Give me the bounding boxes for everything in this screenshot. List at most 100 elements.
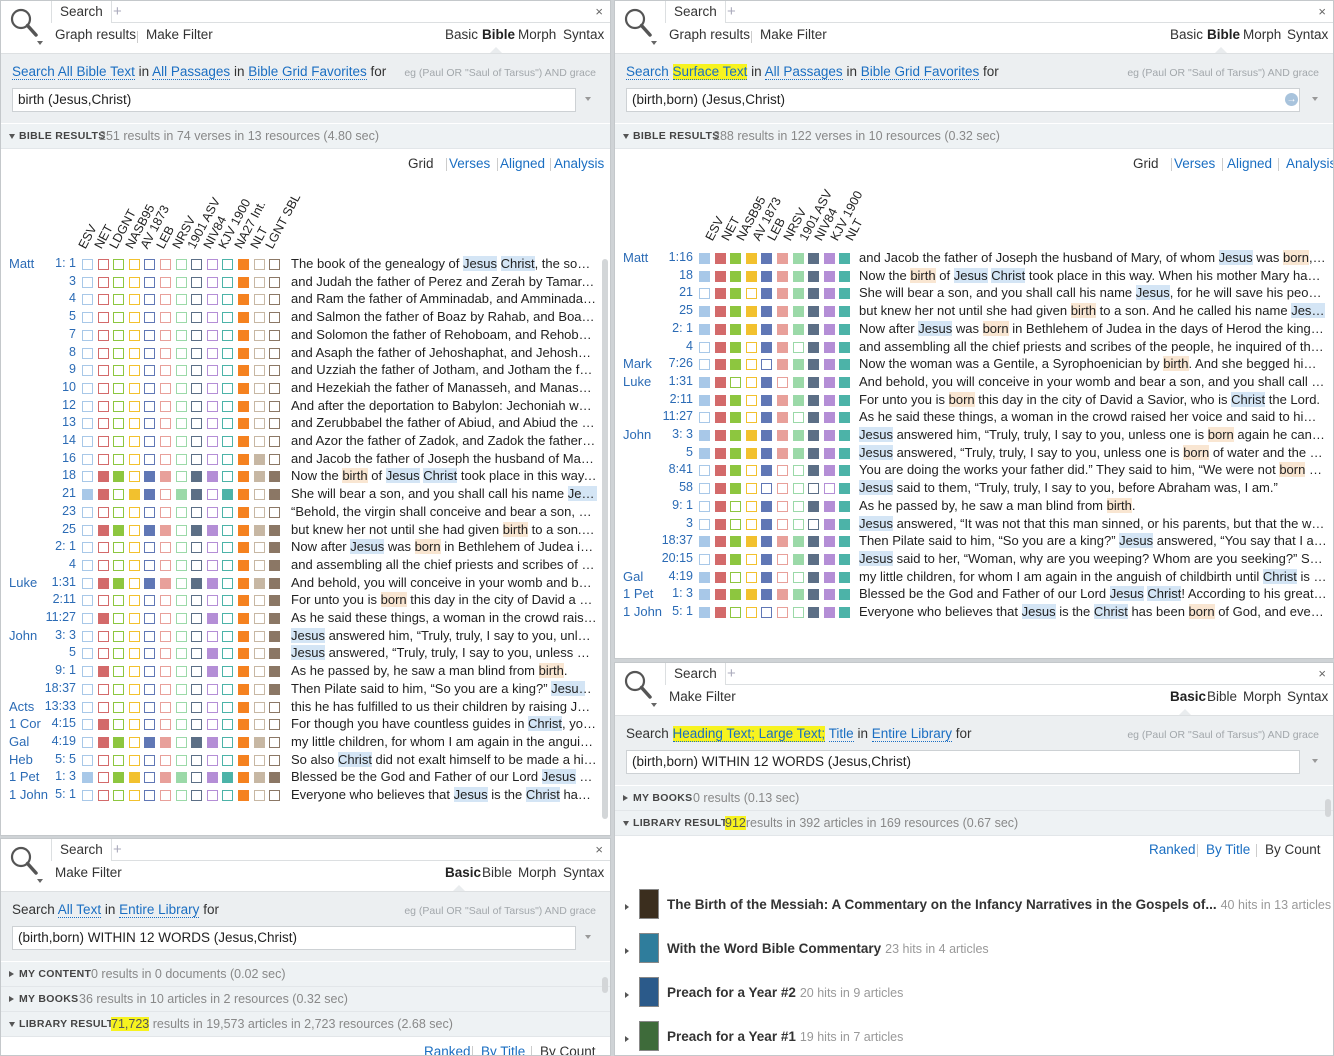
result-cell[interactable] xyxy=(238,365,249,377)
result-cell[interactable] xyxy=(714,553,726,565)
result-cell[interactable] xyxy=(82,259,93,270)
result-cell[interactable] xyxy=(714,483,726,495)
result-cell[interactable] xyxy=(238,382,249,394)
result-cell[interactable] xyxy=(206,613,218,624)
result-cell[interactable] xyxy=(808,341,820,353)
result-cell[interactable] xyxy=(777,518,788,530)
result-cell[interactable] xyxy=(206,559,218,571)
result-cell[interactable] xyxy=(808,536,820,548)
result-cell[interactable] xyxy=(269,400,281,412)
result-cell[interactable] xyxy=(97,524,109,536)
result-cell[interactable] xyxy=(745,607,757,618)
verse-reference[interactable]: 12 xyxy=(31,398,76,412)
verse-text[interactable]: For though you have countless guides in … xyxy=(291,716,597,732)
verse-text[interactable]: Jesus answered, “Truly, truly, I say to … xyxy=(291,645,597,661)
result-cell[interactable] xyxy=(128,666,140,678)
verse-reference[interactable]: 9: 1 xyxy=(31,663,76,677)
verse-text[interactable]: Jesus answered him, “Truly, truly, I say… xyxy=(291,627,597,643)
result-cell[interactable] xyxy=(206,294,218,306)
result-cell[interactable] xyxy=(82,400,93,412)
result-cell[interactable] xyxy=(269,259,281,270)
sort-by-count[interactable]: By Count xyxy=(1265,842,1321,857)
result-cell[interactable] xyxy=(777,553,788,565)
result-cell[interactable] xyxy=(839,430,851,441)
result-cell[interactable] xyxy=(823,288,835,300)
result-cell[interactable] xyxy=(191,559,203,571)
result-cell[interactable] xyxy=(761,483,773,495)
verse-text[interactable]: As he passed by, he saw a man blind from… xyxy=(859,497,1327,513)
result-cell[interactable] xyxy=(191,471,203,483)
result-cell[interactable] xyxy=(761,447,773,459)
result-cell[interactable] xyxy=(222,365,234,377)
result-cell[interactable] xyxy=(206,382,218,394)
table-row[interactable]: 1 John 5: 1 Everyone who believes that Jes… xyxy=(1,787,603,805)
result-cell[interactable] xyxy=(82,648,93,660)
result-cell[interactable] xyxy=(160,719,171,731)
verse-text[interactable]: She will bear a son, and you shall call … xyxy=(859,285,1327,301)
result-cell[interactable] xyxy=(823,306,835,318)
result-cell[interactable] xyxy=(269,736,281,748)
result-cell[interactable] xyxy=(823,447,835,459)
result-cell[interactable] xyxy=(175,436,187,447)
verse-text[interactable]: and Solomon the father of Rehoboam, and … xyxy=(291,327,597,342)
result-cell[interactable] xyxy=(191,294,203,306)
result-cell[interactable] xyxy=(761,306,773,318)
result-cell[interactable] xyxy=(745,323,757,335)
result-cell[interactable] xyxy=(128,630,140,642)
type-syntax[interactable]: Syntax xyxy=(563,865,604,880)
result-cell[interactable] xyxy=(839,359,851,371)
result-cell[interactable] xyxy=(730,306,742,318)
result-cell[interactable] xyxy=(238,701,249,713)
result-cell[interactable] xyxy=(128,259,140,270)
tab-search[interactable]: Search xyxy=(51,839,112,861)
table-row[interactable]: 1 Pet 1: 3 Blessed be the God and Father o… xyxy=(1,769,603,787)
result-cell[interactable] xyxy=(269,453,281,465)
add-tab-icon[interactable]: + xyxy=(113,840,122,859)
search-icon[interactable] xyxy=(615,663,659,711)
table-row[interactable]: 23 “Behold, the virgin shall conceive and… xyxy=(1,504,603,522)
result-cell[interactable] xyxy=(97,276,109,288)
result-cell[interactable] xyxy=(97,347,109,359)
result-cell[interactable] xyxy=(714,518,726,530)
type-bible[interactable]: Bible xyxy=(1207,27,1240,42)
result-cell[interactable] xyxy=(745,288,757,300)
result-cell[interactable] xyxy=(160,418,171,430)
expand-icon[interactable] xyxy=(625,992,629,998)
result-cell[interactable] xyxy=(808,500,820,512)
result-cell[interactable] xyxy=(238,259,249,270)
result-cell[interactable] xyxy=(160,329,171,341)
type-bible[interactable]: Bible xyxy=(482,865,512,880)
result-cell[interactable] xyxy=(269,754,281,766)
result-cell[interactable] xyxy=(699,288,710,300)
result-cell[interactable] xyxy=(113,259,125,270)
verse-text[interactable]: And behold, you will conceive in your wo… xyxy=(859,374,1327,389)
make-filter-button[interactable]: Make Filter xyxy=(146,27,213,42)
result-cell[interactable] xyxy=(699,306,710,318)
result-cell[interactable] xyxy=(823,430,835,441)
search-input[interactable]: (birth,born) WITHIN 12 WORDS (Jesus,Chri… xyxy=(626,750,1300,774)
table-row[interactable]: 10 and Hezekiah the father of Manasseh, a… xyxy=(1,380,603,398)
result-cell[interactable] xyxy=(97,453,109,465)
result-cell[interactable] xyxy=(97,506,109,518)
table-row[interactable]: 18:37 Then Pilate said to him, “So you ar… xyxy=(615,533,1333,551)
result-cell[interactable] xyxy=(714,412,726,424)
verse-reference[interactable]: 9: 1 xyxy=(655,498,693,512)
result-cell[interactable] xyxy=(175,719,187,731)
result-cell[interactable] xyxy=(82,577,93,589)
result-cell[interactable] xyxy=(128,613,140,624)
result-cell[interactable] xyxy=(730,607,742,618)
result-cell[interactable] xyxy=(144,648,156,660)
result-cell[interactable] xyxy=(160,347,171,359)
result-cell[interactable] xyxy=(206,347,218,359)
result-cell[interactable] xyxy=(730,483,742,495)
result-cell[interactable] xyxy=(269,365,281,377)
result-cell[interactable] xyxy=(222,400,234,412)
result-cell[interactable] xyxy=(761,500,773,512)
result-cell[interactable] xyxy=(160,648,171,660)
result-cell[interactable] xyxy=(238,577,249,589)
history-dropdown-icon[interactable] xyxy=(1312,97,1318,101)
result-cell[interactable] xyxy=(730,253,742,264)
result-cell[interactable] xyxy=(82,436,93,447)
type-syntax[interactable]: Syntax xyxy=(1287,27,1328,42)
result-cell[interactable] xyxy=(808,589,820,601)
